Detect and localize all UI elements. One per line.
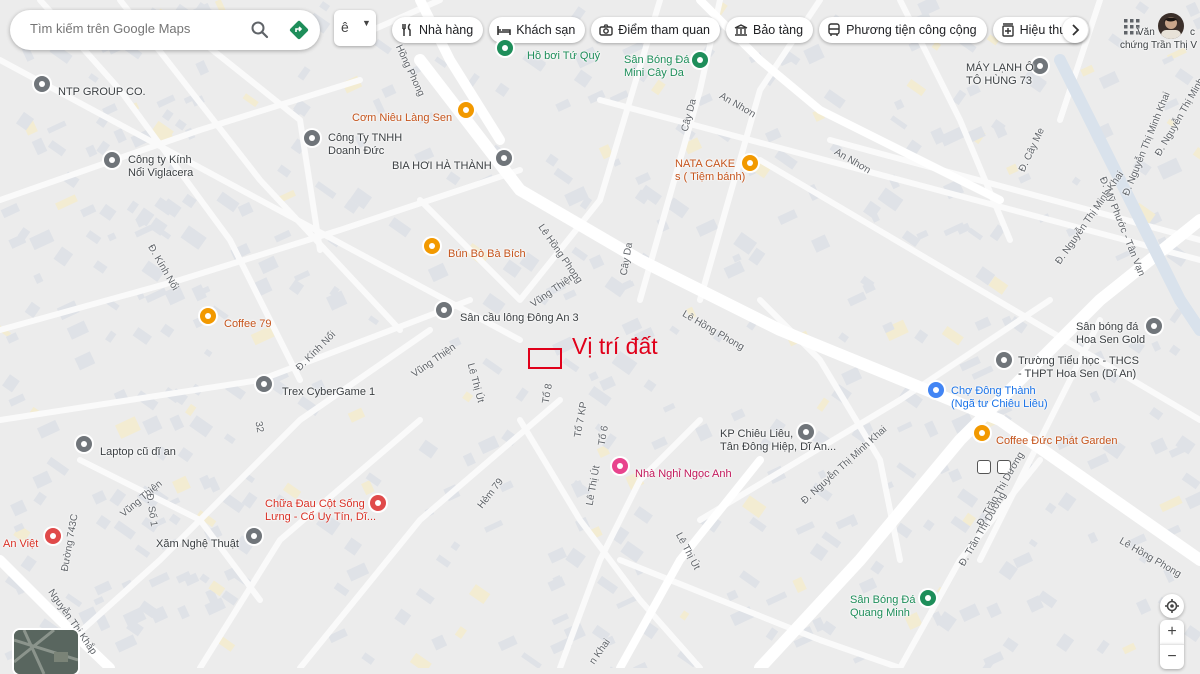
category-chips: Nhà hàng Khách sạn Điểm tham quan Bảo tà… (392, 17, 1090, 43)
poi-pin-icon[interactable] (200, 308, 216, 324)
top-right-label-2: chứng Trần Thị V (1120, 40, 1198, 51)
poi-label[interactable]: Công Ty TNHH Doanh Đức (328, 132, 402, 158)
my-location-button[interactable] (1160, 594, 1184, 618)
poi-pin-icon[interactable] (497, 40, 513, 56)
fork-knife-icon (402, 23, 411, 36)
poi-pin-icon[interactable] (424, 238, 440, 254)
poi-pin-icon[interactable] (458, 102, 474, 118)
poi-pin-icon[interactable] (612, 458, 628, 474)
poi-label[interactable]: MÁY LẠNH Ô TÔ HÙNG 73 (966, 62, 1034, 88)
camera-icon (599, 24, 613, 36)
poi-pin-icon[interactable] (104, 152, 120, 168)
chip-label: Bảo tàng (753, 23, 804, 37)
poi-pin-icon[interactable] (1032, 58, 1048, 74)
poi-label[interactable]: Trex CyberGame 1 (282, 386, 375, 399)
poi-label[interactable]: Sân Bóng Đá Quang Minh (850, 594, 915, 620)
pharmacy-icon (1001, 23, 1014, 37)
poi-label[interactable]: Cơm Niêu Làng Sen (352, 112, 452, 125)
poi-pin-icon[interactable] (996, 352, 1012, 368)
poi-label[interactable]: KP Chiêu Liêu, Tân Đông Hiệp, Dĩ An... (720, 428, 836, 454)
poi-label[interactable]: Coffee Đức Phát Garden (996, 435, 1118, 448)
poi-label[interactable]: Công ty Kính Nổi Viglacera (128, 154, 193, 180)
poi-pin-icon[interactable] (1146, 318, 1162, 334)
poi-label[interactable]: NTP GROUP CO. (58, 86, 146, 99)
chips-next-button[interactable] (1062, 17, 1088, 43)
poi-label[interactable]: Nhà Nghỉ Ngọc Anh (635, 468, 732, 481)
poi-pin-icon[interactable] (920, 590, 936, 606)
poi-label[interactable]: Coffee 79 (224, 318, 272, 331)
location-annotation: Vị trí đất (572, 333, 658, 359)
account-avatar[interactable] (1158, 13, 1184, 39)
chip-label: Nhà hàng (419, 23, 474, 37)
chevron-down-icon: ▼ (362, 18, 371, 28)
chip-transit[interactable]: Phương tiện công cộng (819, 17, 987, 43)
bus-stop-icon[interactable] (977, 460, 991, 474)
chip-label: Phương tiện công cộng (846, 23, 977, 37)
search-box[interactable] (10, 10, 320, 50)
poi-label[interactable]: Trường Tiểu học - THCS - THPT Hoa Sen (D… (1018, 355, 1139, 381)
satellite-layer-thumbnail[interactable] (14, 630, 78, 674)
poi-label[interactable]: Laptop cũ dĩ an (100, 446, 176, 459)
museum-icon (734, 24, 748, 36)
poi-label[interactable]: Xăm Nghệ Thuật (156, 538, 239, 551)
top-right-label-1: Văn (1137, 27, 1155, 38)
chevron-right-icon (1072, 24, 1080, 36)
directions-icon[interactable] (288, 19, 310, 41)
poi-label[interactable]: Sân bóng đá Hoa Sen Gold (1076, 321, 1145, 347)
chip-label: Điểm tham quan (618, 23, 711, 37)
street-label: 32 (252, 420, 266, 434)
poi-label[interactable]: Hồ bơi Tứ Quý (527, 50, 600, 63)
poi-label[interactable]: BIA HƠI HÀ THÀNH (392, 160, 492, 173)
layers-button-label: ê (341, 19, 349, 35)
poi-label[interactable]: Chợ Đông Thành (Ngã tư Chiêu Liêu) (951, 385, 1048, 411)
poi-label[interactable]: Sân Bóng Đá Mini Cây Da (624, 54, 689, 80)
zoom-out-button[interactable]: − (1160, 644, 1184, 669)
poi-pin-icon[interactable] (45, 528, 61, 544)
chip-label: Khách sạn (516, 23, 576, 37)
zoom-in-button[interactable]: + (1160, 620, 1184, 644)
bus-icon (828, 23, 840, 36)
crosshair-icon (1165, 599, 1179, 613)
poi-pin-icon[interactable] (304, 130, 320, 146)
layers-button[interactable]: ê ▼ (334, 10, 376, 46)
poi-label[interactable]: Sân cầu lông Đông An 3 (460, 312, 579, 325)
poi-pin-icon[interactable] (928, 382, 944, 398)
poi-label[interactable]: Bún Bò Bà Bích (448, 248, 526, 261)
bed-icon (497, 26, 512, 35)
search-icon[interactable] (250, 20, 270, 40)
poi-label[interactable]: NATA CAKE s ( Tiệm bánh) (675, 158, 745, 184)
chip-attractions[interactable]: Điểm tham quan (591, 17, 721, 43)
poi-pin-icon[interactable] (436, 302, 452, 318)
poi-label[interactable]: Chữa Đau Cột Sống Lưng - Cổ Uy Tín, Dĩ..… (265, 498, 376, 524)
chip-restaurants[interactable]: Nhà hàng (392, 17, 484, 43)
poi-pin-icon[interactable] (496, 150, 512, 166)
poi-pin-icon[interactable] (34, 76, 50, 92)
poi-pin-icon[interactable] (692, 52, 708, 68)
poi-label[interactable]: An Việt (3, 538, 38, 551)
top-right-label-1b: c (1190, 27, 1195, 38)
poi-pin-icon[interactable] (974, 425, 990, 441)
chip-museums[interactable]: Bảo tàng (726, 17, 814, 43)
poi-pin-icon[interactable] (76, 436, 92, 452)
poi-pin-icon[interactable] (256, 376, 272, 392)
search-input[interactable] (28, 20, 242, 37)
location-marker-box (528, 348, 562, 369)
poi-pin-icon[interactable] (246, 528, 262, 544)
